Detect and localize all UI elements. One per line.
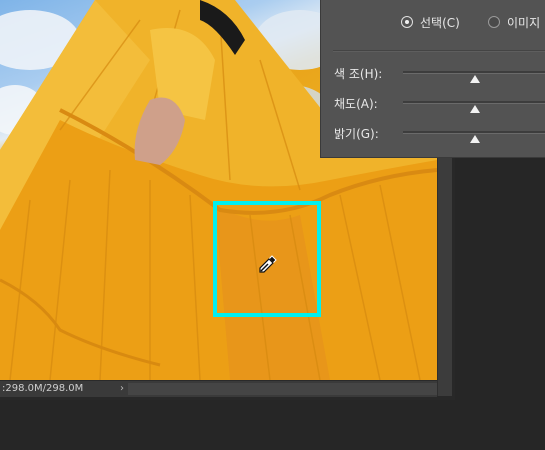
hue-label: 색 조(H): (334, 67, 383, 81)
horizontal-scrollbar[interactable] (128, 383, 437, 395)
brightness-slider-thumb[interactable] (469, 135, 480, 143)
status-bar: :298.0M/298.0M › (0, 380, 437, 397)
radio-selection[interactable] (401, 16, 413, 28)
radio-selection-label[interactable]: 선택(C) (420, 14, 460, 31)
color-range-panel: 선택(C) 이미지 색 조(H): 채도(A): 밝기(G): (320, 0, 545, 158)
hue-slider-track[interactable] (403, 71, 545, 74)
hue-slider-thumb[interactable] (469, 75, 480, 83)
radio-image[interactable] (488, 16, 500, 28)
panel-divider (333, 50, 545, 52)
saturation-slider-track[interactable] (403, 101, 545, 104)
saturation-slider-thumb[interactable] (469, 105, 480, 113)
eyedropper-icon (258, 254, 278, 274)
preview-mode-radio-group: 선택(C) 이미지 (321, 14, 545, 32)
brightness-slider-row: 밝기(G): (321, 125, 545, 145)
status-menu-arrow-icon[interactable]: › (116, 381, 128, 397)
saturation-slider-row: 채도(A): (321, 95, 545, 115)
radio-image-label[interactable]: 이미지 (507, 14, 540, 31)
brightness-slider-track[interactable] (403, 131, 545, 134)
saturation-label: 채도(A): (334, 97, 378, 111)
document-size-readout[interactable]: :298.0M/298.0M (2, 381, 83, 397)
hue-slider-row: 색 조(H): (321, 65, 545, 85)
brightness-label: 밝기(G): (334, 127, 379, 141)
